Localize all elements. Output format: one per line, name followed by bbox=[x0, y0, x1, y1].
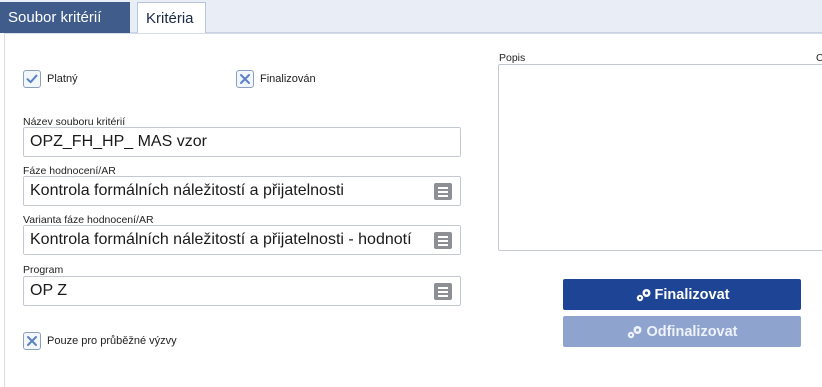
nazev-value: OPZ_FH_HP_ MAS vzor bbox=[30, 133, 207, 150]
platny-label: Platný bbox=[47, 73, 78, 85]
odfinalizovat-button[interactable]: Odfinalizovat bbox=[563, 316, 801, 347]
varianta-value: Kontrola formálních náležitostí a přijat… bbox=[30, 231, 412, 248]
program-select[interactable]: OP Z bbox=[23, 276, 461, 306]
list-icon[interactable] bbox=[434, 232, 452, 249]
popis-right-label: C bbox=[816, 52, 822, 64]
tab-soubor-kriterii[interactable]: Soubor kritérií bbox=[0, 2, 130, 33]
program-value: OP Z bbox=[30, 282, 68, 299]
odfinalizovat-label: Odfinalizovat bbox=[646, 323, 738, 340]
cross-icon bbox=[23, 332, 41, 350]
program-label: Program bbox=[23, 264, 64, 276]
faze-select[interactable]: Kontrola formálních náležitostí a přijat… bbox=[23, 176, 461, 206]
list-icon[interactable] bbox=[434, 283, 452, 300]
gears-icon bbox=[628, 325, 642, 338]
gears-icon bbox=[636, 288, 651, 301]
pouze-checkbox[interactable]: Pouze pro průběžné výzvy bbox=[23, 332, 177, 350]
checkmark-icon bbox=[23, 70, 41, 88]
finalizovan-label: Finalizován bbox=[260, 73, 316, 85]
pouze-label: Pouze pro průběžné výzvy bbox=[47, 335, 177, 347]
tab-kriteria[interactable]: Kritéria bbox=[137, 2, 206, 33]
popis-textarea[interactable] bbox=[498, 64, 822, 251]
tab-bar: Soubor kritérií Kritéria bbox=[0, 0, 822, 33]
faze-value: Kontrola formálních náležitostí a přijat… bbox=[30, 182, 344, 199]
platny-checkbox[interactable]: Platný bbox=[23, 70, 78, 88]
finalizovat-label: Finalizovat bbox=[654, 286, 730, 303]
finalizovat-button[interactable]: Finalizovat bbox=[563, 279, 801, 310]
varianta-select[interactable]: Kontrola formálních náležitostí a přijat… bbox=[23, 225, 461, 255]
finalizovan-checkbox[interactable]: Finalizován bbox=[236, 70, 316, 88]
list-icon[interactable] bbox=[434, 183, 452, 200]
nazev-input[interactable]: OPZ_FH_HP_ MAS vzor bbox=[23, 127, 461, 157]
popis-label: Popis bbox=[499, 52, 526, 64]
cross-icon bbox=[236, 70, 254, 88]
